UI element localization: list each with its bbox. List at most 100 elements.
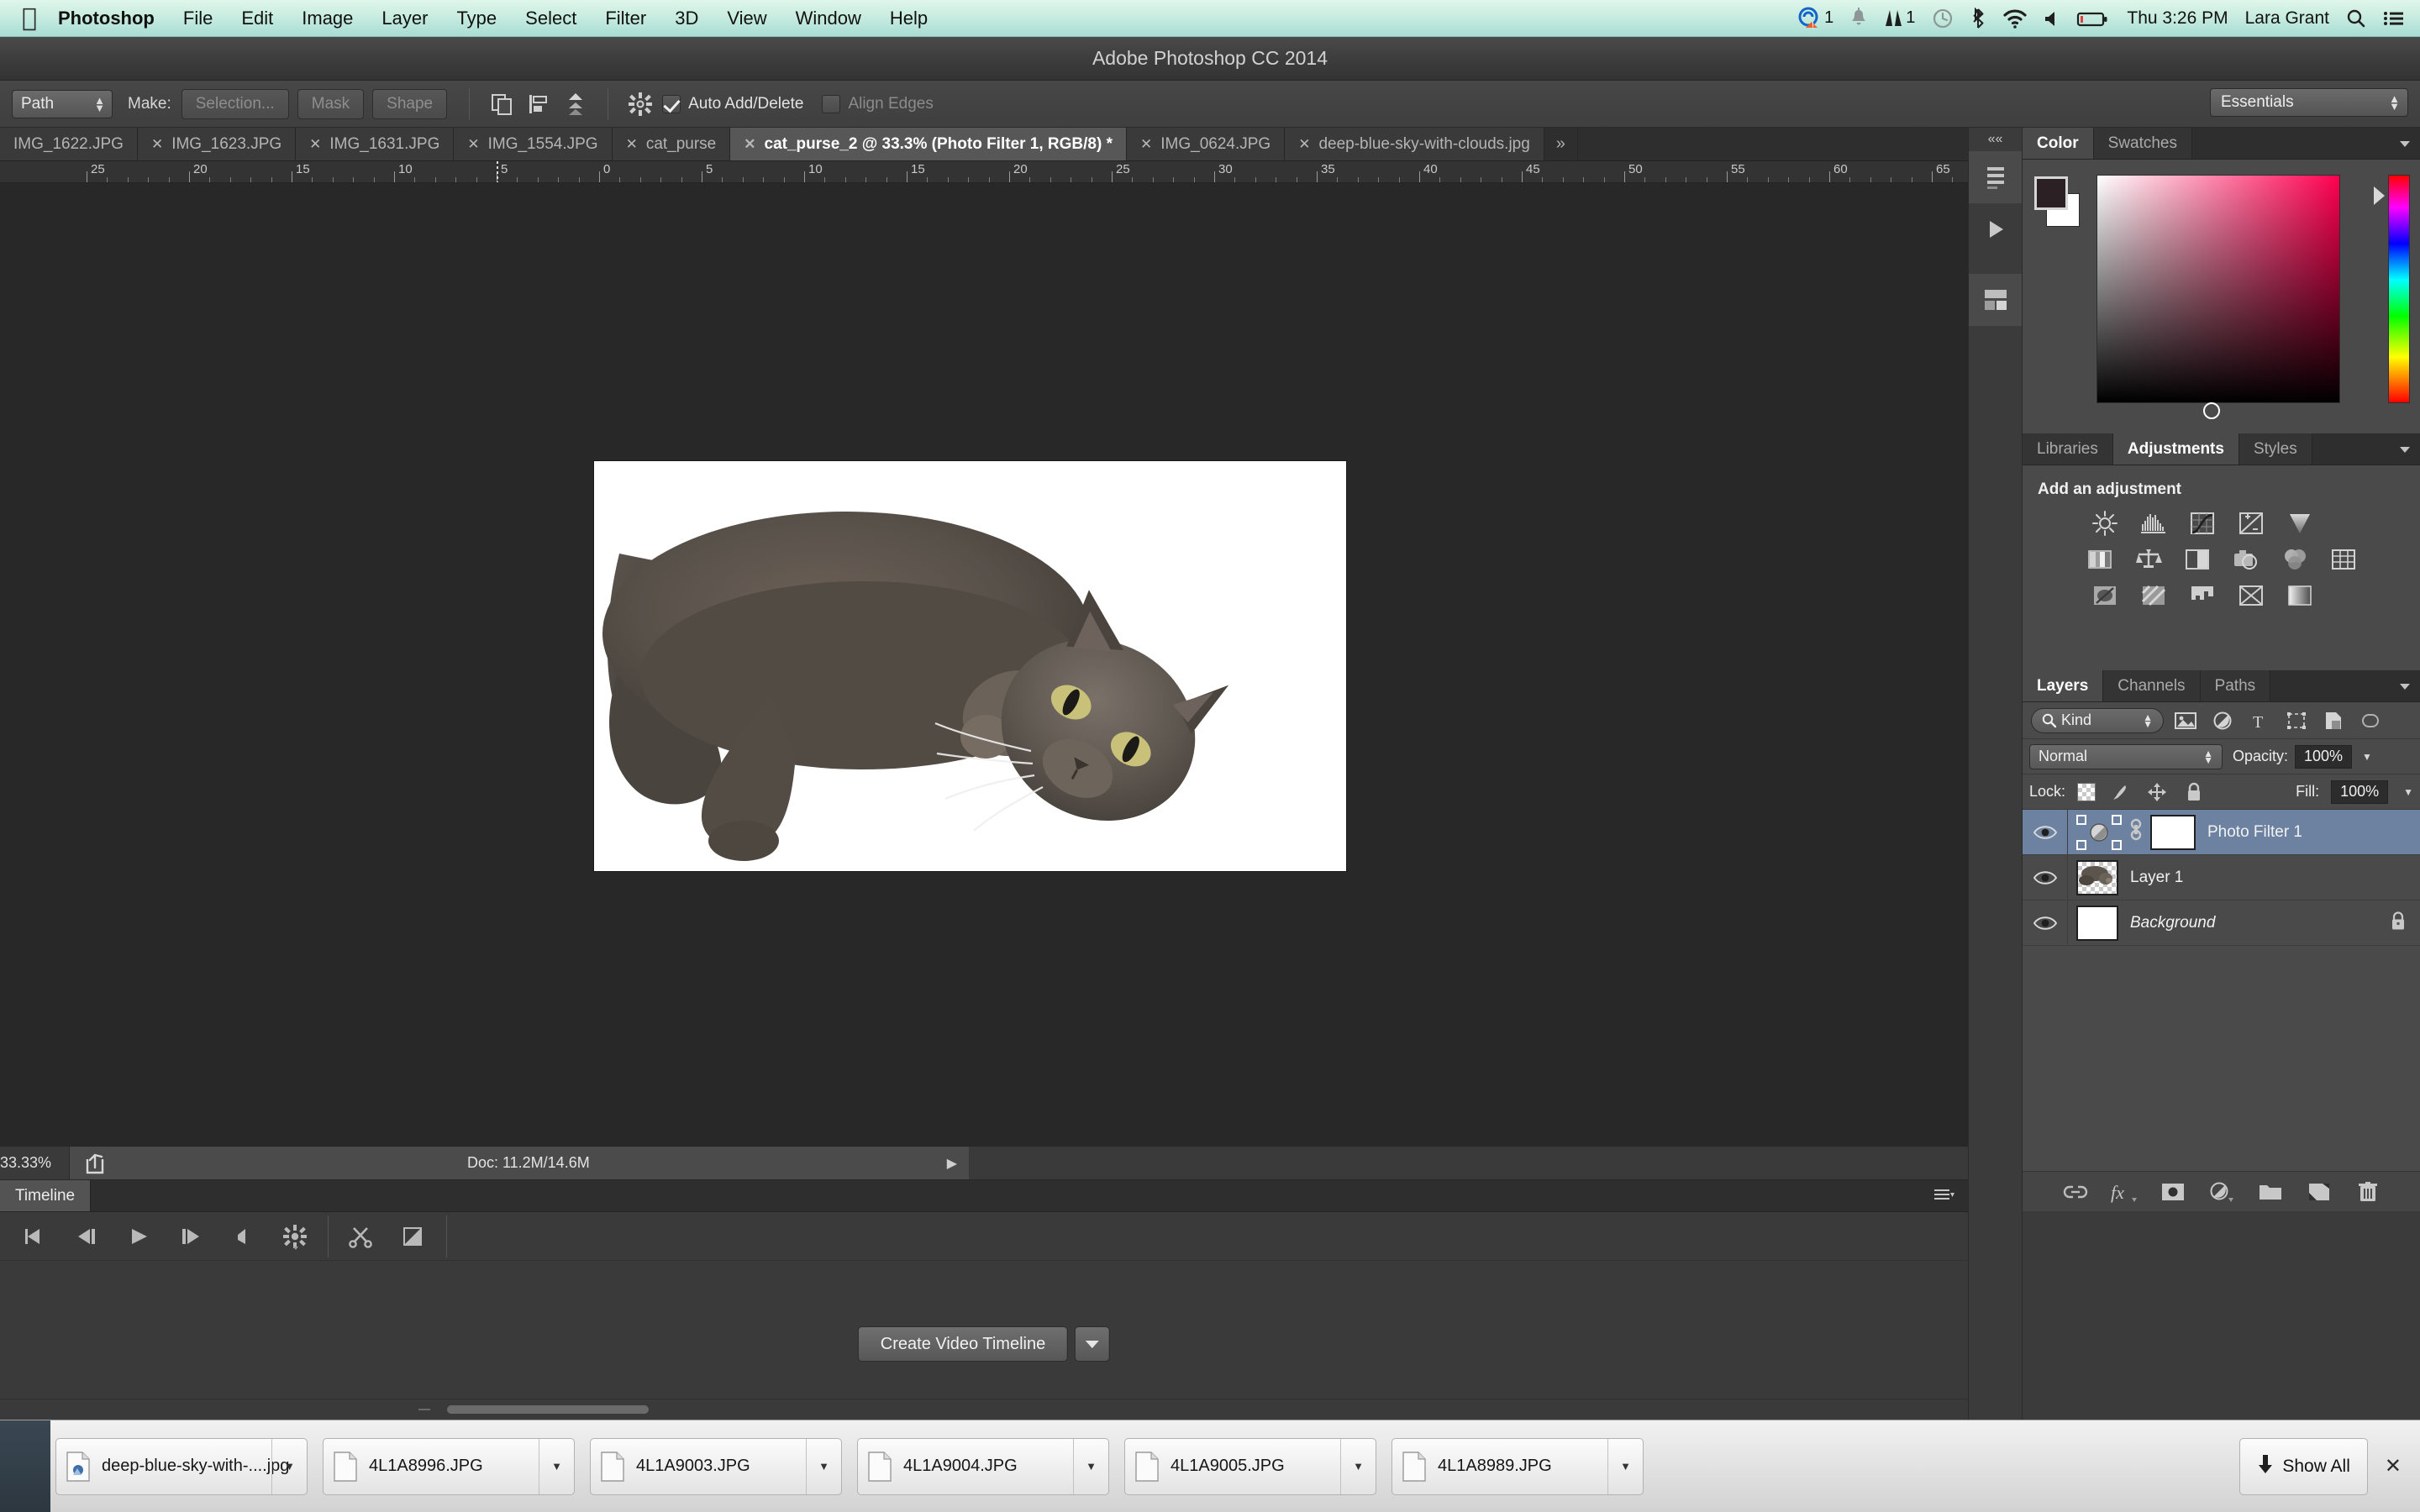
workspace-select[interactable]: Essentials ▲ ▼ bbox=[2210, 88, 2408, 117]
adjustment-layers-filter-icon[interactable] bbox=[2207, 706, 2238, 735]
download-item[interactable]: 4L1A8996.JPG ▼ bbox=[323, 1437, 575, 1495]
threshold-icon[interactable] bbox=[2184, 581, 2221, 610]
layer-thumbnail[interactable] bbox=[2076, 859, 2118, 895]
chevron-down-icon[interactable]: ▼ bbox=[2403, 786, 2413, 798]
layer-name[interactable]: Background bbox=[2130, 914, 2215, 932]
lock-all-icon[interactable] bbox=[2181, 780, 2207, 804]
chevron-down-icon[interactable]: ▼ bbox=[1073, 1438, 1108, 1494]
opacity-value[interactable]: 100% bbox=[2295, 744, 2353, 769]
curves-icon[interactable] bbox=[2184, 509, 2221, 538]
close-icon[interactable]: ✕ bbox=[309, 136, 321, 153]
new-layer-icon[interactable] bbox=[2304, 1177, 2334, 1207]
chevron-down-icon[interactable]: ▼ bbox=[806, 1438, 841, 1494]
adjustment-layer-thumbnail[interactable] bbox=[2076, 814, 2122, 850]
wifi-icon[interactable] bbox=[2002, 6, 2028, 31]
play-icon[interactable] bbox=[113, 1212, 165, 1261]
gradient-map-icon[interactable] bbox=[2281, 581, 2318, 610]
properties-icon[interactable] bbox=[1969, 274, 2023, 326]
color-lookup-icon[interactable] bbox=[2325, 545, 2362, 574]
lock-position-icon[interactable] bbox=[2144, 780, 2170, 804]
menu-filter[interactable]: Filter bbox=[591, 8, 660, 29]
panel-menu-icon[interactable] bbox=[2390, 128, 2420, 159]
tab-img-1554[interactable]: ✕ IMG_1554.JPG bbox=[454, 128, 613, 160]
chevron-down-icon[interactable]: ▼ bbox=[1607, 1438, 1643, 1494]
timeline-horizontal-scrollbar[interactable] bbox=[0, 1399, 1968, 1419]
split-at-playhead-icon[interactable] bbox=[335, 1212, 387, 1261]
tab-libraries[interactable]: Libraries bbox=[2023, 433, 2113, 465]
close-icon[interactable]: ✕ bbox=[151, 136, 163, 153]
create-video-timeline-button[interactable]: Create Video Timeline bbox=[857, 1326, 1069, 1362]
layer-row-layer-1[interactable]: Layer 1 bbox=[2023, 854, 2420, 900]
zoom-level[interactable]: 33.33% bbox=[0, 1154, 69, 1172]
tab-swatches[interactable]: Swatches bbox=[2093, 128, 2192, 159]
notification-center-list-icon[interactable] bbox=[2383, 6, 2405, 31]
add-layer-mask-icon[interactable] bbox=[2158, 1177, 2188, 1207]
lock-image-pixels-icon[interactable] bbox=[2107, 780, 2133, 804]
tab-img-1631[interactable]: ✕ IMG_1631.JPG bbox=[296, 128, 455, 160]
foreground-color-swatch[interactable] bbox=[2034, 176, 2068, 210]
panel-menu-icon[interactable] bbox=[2390, 433, 2420, 465]
make-selection-button[interactable]: Selection... bbox=[181, 88, 289, 119]
download-item[interactable]: 4L1A9005.JPG ▼ bbox=[1124, 1437, 1376, 1495]
selective-color-icon[interactable] bbox=[2233, 581, 2270, 610]
menubar-username[interactable]: Lara Grant bbox=[2245, 8, 2329, 29]
layer-mask-link-icon[interactable] bbox=[2128, 817, 2144, 847]
close-icon[interactable]: ✕ bbox=[1140, 136, 1152, 153]
menu-photoshop[interactable]: Photoshop bbox=[44, 8, 169, 29]
tab-layers[interactable]: Layers bbox=[2023, 670, 2104, 701]
link-layers-icon[interactable] bbox=[2060, 1177, 2091, 1207]
color-spectrum[interactable] bbox=[2096, 175, 2340, 419]
layer-style-fx-icon[interactable]: fx bbox=[2109, 1177, 2139, 1207]
blend-mode-select[interactable]: Normal ▲ ▼ bbox=[2029, 743, 2223, 769]
previous-frame-icon[interactable] bbox=[60, 1212, 113, 1261]
path-arrangement-icon[interactable] bbox=[557, 87, 594, 121]
make-shape-button[interactable]: Shape bbox=[372, 88, 448, 119]
path-mode-select[interactable]: Path ▲ ▼ bbox=[12, 89, 113, 118]
channel-mixer-icon[interactable] bbox=[2276, 545, 2313, 574]
close-icon[interactable]: ✕ bbox=[744, 136, 755, 153]
tab-cat-purse-2[interactable]: ✕ cat_purse_2 @ 33.3% (Photo Filter 1, R… bbox=[730, 128, 1127, 160]
layer-thumbnail[interactable] bbox=[2076, 905, 2118, 941]
close-download-bar-icon[interactable]: ✕ bbox=[2378, 1454, 2408, 1478]
menubar-clock[interactable]: Thu 3:26 PM bbox=[2127, 8, 2228, 29]
history-brush-icon[interactable] bbox=[1969, 151, 2023, 203]
menu-window[interactable]: Window bbox=[781, 8, 876, 29]
canvas-area[interactable] bbox=[0, 183, 1968, 1146]
fill-value[interactable]: 100% bbox=[2331, 780, 2389, 804]
transition-icon[interactable] bbox=[387, 1212, 439, 1261]
align-edges-check-box[interactable] bbox=[822, 94, 841, 113]
dropbox-icon[interactable]: ! 1 bbox=[1797, 6, 1833, 31]
share-icon[interactable] bbox=[70, 1152, 122, 1174]
menu-edit[interactable]: Edit bbox=[227, 8, 287, 29]
close-icon[interactable]: ✕ bbox=[467, 136, 479, 153]
download-item[interactable]: 4L1A9004.JPG ▼ bbox=[857, 1437, 1109, 1495]
chevron-double-right-icon[interactable]: » bbox=[1544, 128, 1578, 160]
tab-timeline[interactable]: Timeline bbox=[0, 1180, 92, 1211]
layer-row-photo-filter-1[interactable]: Photo Filter 1 bbox=[2023, 809, 2420, 855]
battery-icon[interactable] bbox=[2076, 6, 2110, 31]
download-item[interactable]: deep-blue-sky-with-....jpg ▼ bbox=[55, 1437, 308, 1495]
new-adjustment-layer-icon[interactable] bbox=[2207, 1177, 2237, 1207]
time-machine-icon[interactable] bbox=[1932, 6, 1954, 31]
tab-adjustments[interactable]: Adjustments bbox=[2112, 433, 2239, 465]
menu-layer[interactable]: Layer bbox=[367, 8, 442, 29]
type-layers-filter-icon[interactable]: T bbox=[2244, 706, 2275, 735]
tab-img-0624[interactable]: ✕ IMG_0624.JPG bbox=[1127, 128, 1286, 160]
make-mask-button[interactable]: Mask bbox=[297, 88, 365, 119]
scrollbar-thumb[interactable] bbox=[447, 1404, 649, 1414]
chevron-down-icon[interactable]: ▼ bbox=[2362, 751, 2372, 763]
menu-3d[interactable]: 3D bbox=[660, 8, 713, 29]
hue-saturation-icon[interactable] bbox=[2081, 545, 2118, 574]
layer-name[interactable]: Photo Filter 1 bbox=[2207, 823, 2302, 842]
play-action-icon[interactable] bbox=[1969, 203, 2023, 255]
download-item[interactable]: 4L1A8989.JPG ▼ bbox=[1392, 1437, 1644, 1495]
show-all-downloads-button[interactable]: Show All bbox=[2239, 1437, 2368, 1495]
tab-channels[interactable]: Channels bbox=[2103, 670, 2201, 701]
auto-add-delete-check-box[interactable] bbox=[662, 94, 681, 113]
download-item[interactable]: 4L1A9003.JPG ▼ bbox=[590, 1437, 842, 1495]
black-white-icon[interactable] bbox=[2179, 545, 2216, 574]
photo-filter-icon[interactable] bbox=[2228, 545, 2265, 574]
chevron-down-icon[interactable] bbox=[1075, 1326, 1111, 1362]
new-group-icon[interactable] bbox=[2255, 1177, 2286, 1207]
bell-icon[interactable] bbox=[1850, 6, 1867, 31]
